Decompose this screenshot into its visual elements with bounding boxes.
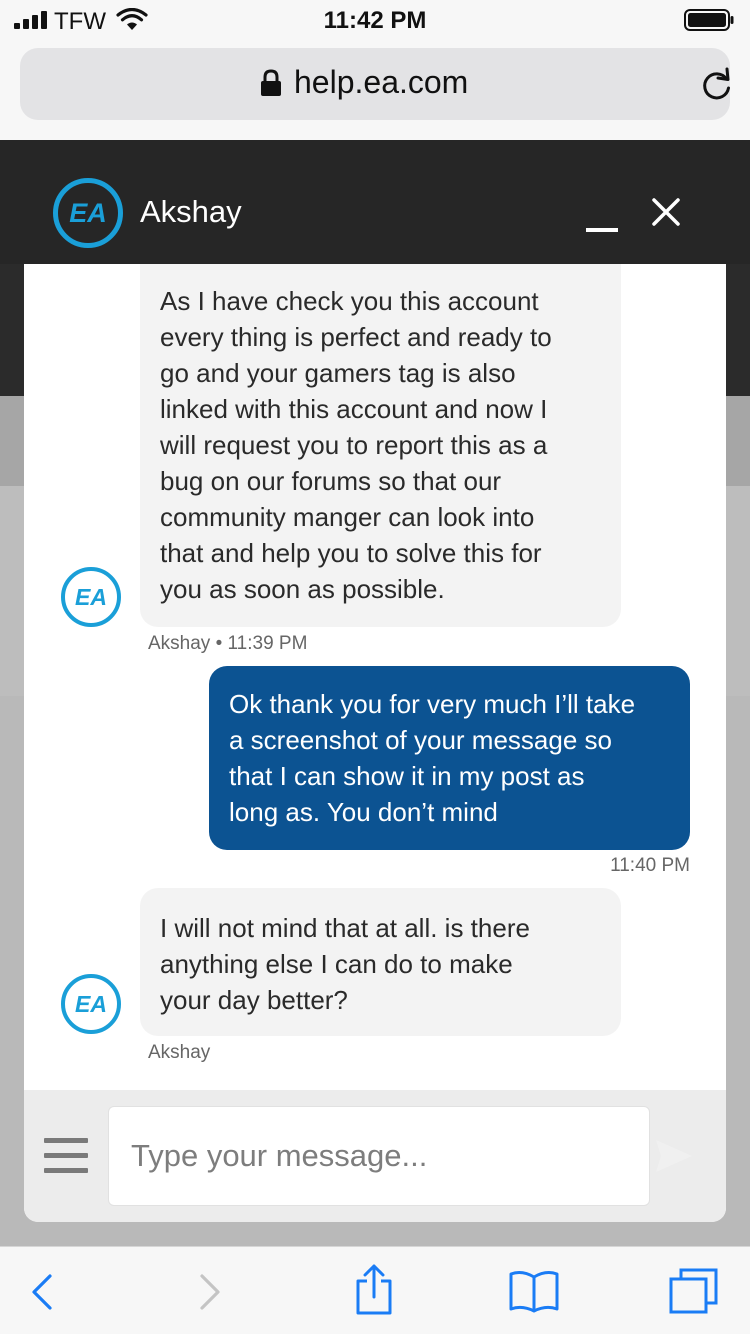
- message-line: you as soon as possible.: [160, 574, 445, 604]
- minimize-icon: [586, 228, 618, 232]
- ea-logo-icon: EA: [53, 178, 123, 248]
- minimize-button[interactable]: [584, 212, 620, 232]
- battery-icon: [684, 9, 734, 31]
- bookmarks-icon[interactable]: [508, 1269, 560, 1313]
- status-bar: TFW 11:42 PM: [0, 0, 750, 40]
- message-timestamp: 11:40 PM: [610, 855, 690, 876]
- message-line: As I have check you this account: [160, 286, 539, 316]
- menu-icon[interactable]: [44, 1138, 88, 1174]
- agent-message-bubble: I will not mind that at all. is there an…: [140, 888, 621, 1036]
- svg-text:EA: EA: [75, 991, 107, 1017]
- agent-message-bubble: As I have check you this account every t…: [140, 264, 621, 627]
- chat-panel: As I have check you this account every t…: [24, 264, 726, 1222]
- svg-text:EA: EA: [69, 198, 107, 228]
- close-icon[interactable]: [650, 196, 682, 228]
- browser-toolbar: [0, 1246, 750, 1334]
- status-time: 11:42 PM: [323, 7, 427, 34]
- lock-icon: [261, 69, 281, 96]
- message-line: go and your gamers tag is also: [160, 358, 516, 388]
- message-line: anything else I can do to make: [160, 949, 513, 979]
- send-icon[interactable]: [652, 1134, 696, 1178]
- share-icon[interactable]: [354, 1263, 394, 1315]
- url-text[interactable]: help.ea.com: [294, 64, 468, 101]
- message-line: that I can show it in my post as: [229, 761, 585, 791]
- agent-avatar-ea-icon: EA: [61, 974, 121, 1034]
- message-line: will request you to report this as a: [160, 430, 548, 460]
- message-meta: Akshay: [148, 1042, 211, 1063]
- message-line: I will not mind that at all. is there: [160, 913, 530, 943]
- svg-text:EA: EA: [75, 584, 107, 610]
- message-line: a screenshot of your message so: [229, 725, 612, 755]
- message-line: that and help you to solve this for: [160, 538, 542, 568]
- chat-input-area: [24, 1090, 726, 1222]
- forward-icon[interactable]: [198, 1273, 222, 1311]
- tabs-icon[interactable]: [668, 1267, 720, 1315]
- message-line: your day better?: [160, 985, 348, 1015]
- message-line: community manger can look into: [160, 502, 535, 532]
- back-icon[interactable]: [30, 1273, 54, 1311]
- message-line: every thing is perfect and ready to: [160, 322, 552, 352]
- address-bar[interactable]: help.ea.com: [20, 48, 730, 120]
- message-meta: Akshay • 11:39 PM: [148, 633, 308, 654]
- chat-agent-name: Akshay: [140, 194, 242, 229]
- agent-avatar-ea-icon: EA: [61, 567, 121, 627]
- reload-icon[interactable]: [700, 66, 734, 102]
- message-line: Ok thank you for very much I’ll take: [229, 689, 636, 719]
- message-line: bug on our forums so that our: [160, 466, 502, 496]
- user-message-bubble: Ok thank you for very much I’ll take a s…: [209, 666, 690, 850]
- message-line: linked with this account and now I: [160, 394, 548, 424]
- message-line: long as. You don’t mind: [229, 797, 498, 827]
- message-input[interactable]: [108, 1106, 650, 1206]
